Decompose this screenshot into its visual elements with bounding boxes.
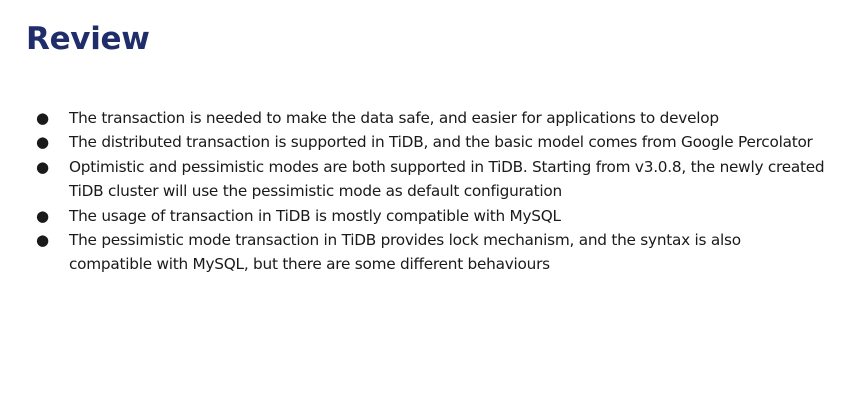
bullet-dot-icon: ● bbox=[36, 206, 49, 225]
bullet-item: ● The distributed transaction is support… bbox=[36, 130, 826, 154]
bullet-item: ● The transaction is needed to make the … bbox=[36, 106, 826, 130]
bullet-list: ● The transaction is needed to make the … bbox=[36, 106, 826, 277]
bullet-text: The distributed transaction is supported… bbox=[69, 133, 813, 152]
bullet-item: ● The usage of transaction in TiDB is mo… bbox=[36, 204, 826, 228]
slide: Review ● The transaction is needed to ma… bbox=[0, 0, 845, 401]
bullet-dot-icon: ● bbox=[36, 157, 49, 176]
bullet-dot-icon: ● bbox=[36, 231, 49, 250]
bullet-dot-icon: ● bbox=[36, 133, 49, 152]
bullet-text: The transaction is needed to make the da… bbox=[69, 109, 719, 127]
bullet-text: The usage of transaction in TiDB is most… bbox=[69, 206, 561, 225]
bullet-item: ● The pessimistic mode transaction in Ti… bbox=[36, 228, 826, 277]
bullet-text: The pessimistic mode transaction in TiDB… bbox=[69, 231, 741, 274]
slide-title: Review bbox=[26, 21, 150, 57]
bullet-text: Optimistic and pessimistic modes are bot… bbox=[69, 157, 825, 201]
bullet-item: ● Optimistic and pessimistic modes are b… bbox=[36, 155, 826, 204]
bullet-dot-icon: ● bbox=[36, 109, 49, 127]
